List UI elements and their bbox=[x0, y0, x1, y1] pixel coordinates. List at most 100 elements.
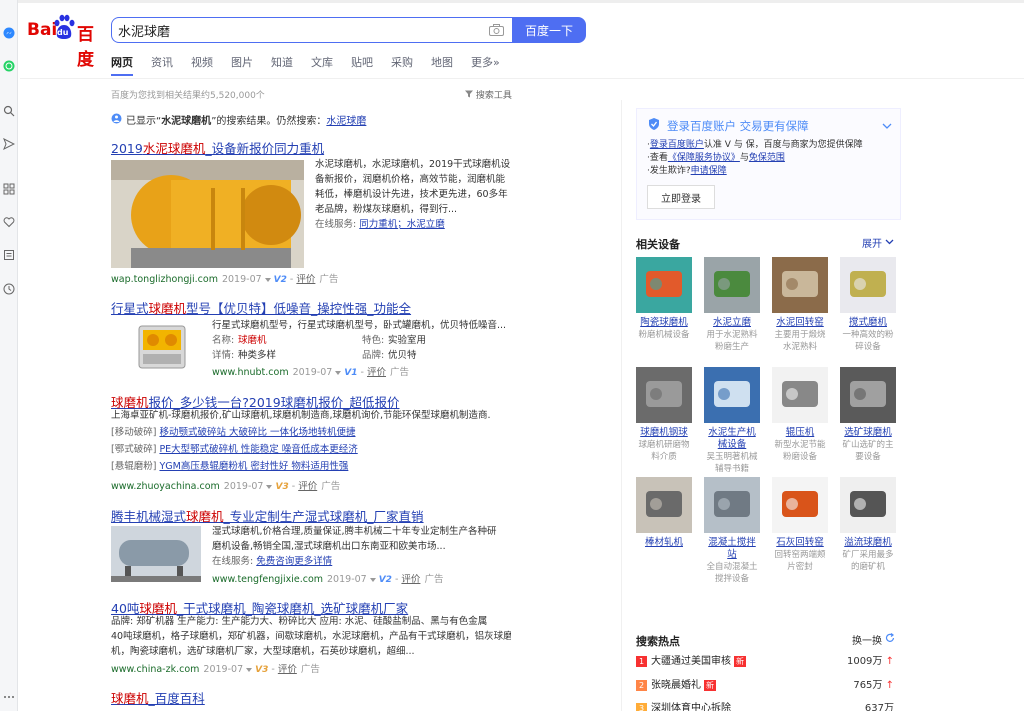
result-thumbnail[interactable] bbox=[111, 160, 304, 268]
related-item-name[interactable]: 水泥立磨 bbox=[704, 317, 760, 329]
related-item[interactable]: 水泥生产机械设备 吴玉明著机械辅导书籍 bbox=[704, 367, 760, 475]
result-title[interactable]: 腾丰机械湿式球磨机_专业定制生产湿式球磨机_厂家直销 bbox=[111, 506, 511, 525]
search-input[interactable] bbox=[118, 21, 478, 39]
tab-images[interactable]: 图片 bbox=[231, 54, 253, 76]
related-item[interactable]: 混凝土搅拌站 全自动混凝土搅拌设备 bbox=[704, 477, 760, 585]
messenger-icon[interactable] bbox=[2, 26, 15, 39]
apps-grid-icon[interactable] bbox=[2, 182, 15, 195]
related-item-image[interactable] bbox=[772, 257, 828, 313]
refresh-button[interactable]: 换一换 bbox=[852, 632, 895, 647]
result-title[interactable]: 2019水泥球磨机_设备新报价同力重机 bbox=[111, 138, 511, 157]
v-badge[interactable]: V2 bbox=[274, 275, 287, 285]
tab-zhidao[interactable]: 知道 bbox=[271, 54, 293, 76]
agreement-link[interactable]: 《保障服务协议》 bbox=[668, 153, 740, 163]
related-item-name[interactable]: 球磨机钢球 bbox=[636, 427, 692, 439]
related-item-image[interactable] bbox=[840, 257, 896, 313]
hot-item[interactable]: 1 大疆通过美国审核新 1009万 ↑ bbox=[636, 652, 898, 667]
rating-link[interactable]: 评价 bbox=[401, 574, 420, 585]
result-title[interactable]: 球磨机_百度百科 bbox=[111, 688, 511, 707]
more-icon[interactable] bbox=[2, 690, 15, 703]
related-item[interactable]: 水泥立磨 用于水泥熟料粉磨生产 bbox=[704, 257, 760, 353]
related-item-image[interactable] bbox=[772, 367, 828, 423]
related-item-name[interactable]: 水泥回转窑 bbox=[772, 317, 828, 329]
related-item-name[interactable]: 混凝土搅拌站 bbox=[704, 537, 760, 561]
result-url[interactable]: www.tengfengjixie.com bbox=[212, 574, 323, 585]
caret-icon[interactable] bbox=[369, 577, 376, 582]
caret-icon[interactable] bbox=[246, 667, 253, 672]
login-button[interactable]: 立即登录 bbox=[647, 185, 715, 209]
service-link[interactable]: 免费咨询更多详情 bbox=[256, 556, 332, 567]
baidu-logo[interactable]: Bai du 百度 bbox=[27, 14, 107, 70]
camera-icon[interactable] bbox=[489, 24, 504, 36]
rating-link[interactable]: 评价 bbox=[367, 367, 386, 378]
tab-map[interactable]: 地图 bbox=[431, 54, 453, 76]
related-item[interactable]: 陶瓷球磨机 粉磨机械设备 bbox=[636, 257, 692, 341]
related-item-image[interactable] bbox=[636, 257, 692, 313]
related-item-name[interactable]: 石灰回转窑 bbox=[772, 537, 828, 549]
related-item[interactable]: 溢流球磨机 矿厂采用最多的磨矿机 bbox=[840, 477, 896, 573]
v-badge[interactable]: V3 bbox=[255, 665, 268, 675]
caret-icon[interactable] bbox=[264, 277, 271, 282]
v-badge[interactable]: V2 bbox=[379, 575, 392, 585]
sublink[interactable]: PE大型鄂式破碎机 性能稳定 噪音低成本更经济 bbox=[159, 444, 357, 455]
related-item-name[interactable]: 陶瓷球磨机 bbox=[636, 317, 692, 329]
send-icon[interactable] bbox=[2, 137, 15, 150]
result-title[interactable]: 行星式球磨机型号【优贝特】低噪音_操控性强_功能全 bbox=[111, 298, 511, 317]
related-item-name[interactable]: 水泥生产机械设备 bbox=[704, 427, 760, 451]
tab-video[interactable]: 视频 bbox=[191, 54, 213, 76]
notes-icon[interactable] bbox=[2, 248, 15, 261]
related-item-name[interactable]: 溢流球磨机 bbox=[840, 537, 896, 549]
related-item[interactable]: 选矿球磨机 矿山选矿的主要设备 bbox=[840, 367, 896, 463]
tab-purchase[interactable]: 采购 bbox=[391, 54, 413, 76]
tab-tieba[interactable]: 贴吧 bbox=[351, 54, 373, 76]
hot-item[interactable]: 2 张晓晨婚礼新 765万 ↑ bbox=[636, 676, 898, 691]
related-item-image[interactable] bbox=[636, 367, 692, 423]
related-item[interactable]: 球磨机钢球 球磨机研磨物料介质 bbox=[636, 367, 692, 463]
login-link[interactable]: 登录百度账户 bbox=[650, 140, 704, 150]
apply-guarantee-link[interactable]: 申请保障 bbox=[691, 166, 727, 176]
result-thumbnail[interactable] bbox=[131, 320, 193, 376]
related-item[interactable]: 水泥回转窑 主要用于煅烧水泥熟料 bbox=[772, 257, 828, 353]
tab-news[interactable]: 资讯 bbox=[151, 54, 173, 76]
related-item[interactable]: 搅式磨机 一种高效的粉碎设备 bbox=[840, 257, 896, 353]
chevron-down-icon[interactable] bbox=[882, 119, 892, 133]
tab-web[interactable]: 网页 bbox=[111, 54, 133, 76]
related-item-image[interactable] bbox=[636, 477, 692, 533]
related-item-name[interactable]: 棒材轧机 bbox=[636, 537, 692, 549]
exemption-link[interactable]: 免保范围 bbox=[749, 153, 785, 163]
expand-button[interactable]: 展开 bbox=[862, 235, 894, 250]
related-item-name[interactable]: 选矿球磨机 bbox=[840, 427, 896, 439]
still-search-link[interactable]: 水泥球磨 bbox=[326, 116, 366, 127]
search-tools-button[interactable]: 搜索工具 bbox=[465, 88, 512, 101]
v-badge[interactable]: V1 bbox=[344, 368, 357, 378]
result-url[interactable]: www.zhuoyachina.com bbox=[111, 481, 220, 492]
related-item[interactable]: 石灰回转窑 回转窑两端颊片密封 bbox=[772, 477, 828, 573]
result-url[interactable]: wap.tonglizhongji.com bbox=[111, 274, 218, 285]
caret-icon[interactable] bbox=[266, 484, 273, 489]
v-badge[interactable]: V3 bbox=[275, 482, 288, 492]
sublink[interactable]: YGM高压悬辊磨粉机 密封性好 物料适用性强 bbox=[159, 461, 348, 472]
caret-icon[interactable] bbox=[335, 370, 342, 375]
result-url[interactable]: www.china-zk.com bbox=[111, 664, 199, 675]
search-icon[interactable] bbox=[2, 104, 15, 117]
related-item-image[interactable] bbox=[772, 477, 828, 533]
related-item-image[interactable] bbox=[840, 477, 896, 533]
rating-link[interactable]: 评价 bbox=[278, 664, 297, 675]
result-url[interactable]: www.hnubt.com bbox=[212, 367, 289, 378]
related-item[interactable]: 棒材轧机 bbox=[636, 477, 692, 549]
related-item-name[interactable]: 辊压机 bbox=[772, 427, 828, 439]
search-button[interactable]: 百度一下 bbox=[512, 17, 586, 43]
heart-icon[interactable] bbox=[2, 215, 15, 228]
sublink[interactable]: 移动颚式破碎站 大破碎比 一体化场地转机便捷 bbox=[159, 427, 355, 438]
tab-wenku[interactable]: 文库 bbox=[311, 54, 333, 76]
service-link[interactable]: 同力重机；水泥立磨 bbox=[359, 219, 445, 230]
related-item-image[interactable] bbox=[704, 257, 760, 313]
rating-link[interactable]: 评价 bbox=[298, 481, 317, 492]
result-thumbnail[interactable] bbox=[111, 526, 201, 582]
whatsapp-icon[interactable] bbox=[2, 59, 15, 72]
hot-item[interactable]: 3 深圳体育中心拆除 637万 bbox=[636, 699, 898, 711]
related-item-image[interactable] bbox=[704, 367, 760, 423]
clock-icon[interactable] bbox=[2, 282, 15, 295]
related-item[interactable]: 辊压机 新型水泥节能粉磨设备 bbox=[772, 367, 828, 463]
tab-more[interactable]: 更多» bbox=[471, 54, 500, 76]
